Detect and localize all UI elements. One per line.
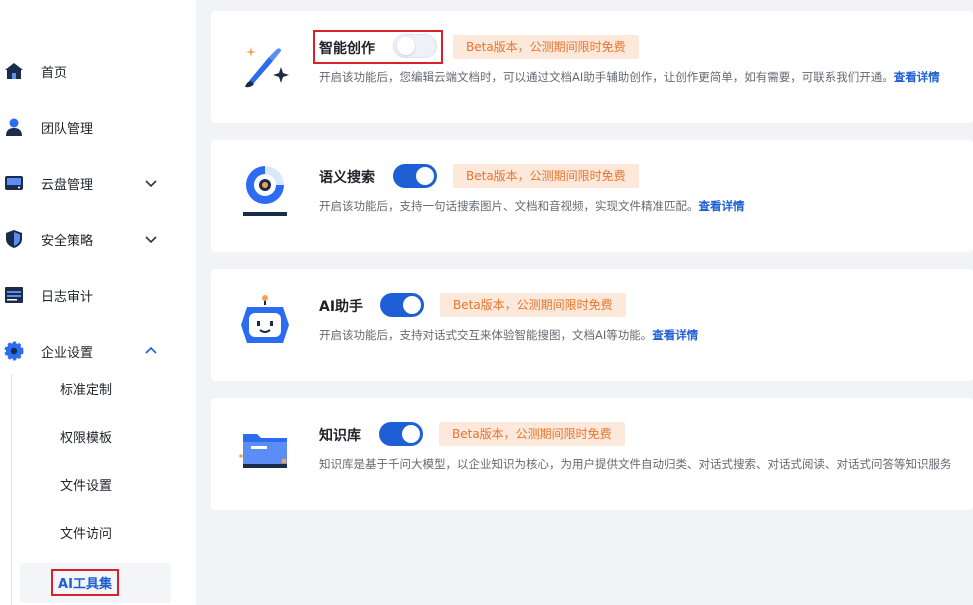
view-details-link[interactable]: 查看详情 [699, 199, 745, 213]
feature-description-text: 知识库是基于千问大模型，以企业知识为核心，为用户提供文件自动归类、对话式搜索、对… [319, 457, 952, 471]
submenu-item-file-settings[interactable]: 文件设置 [60, 477, 112, 497]
gear-icon [4, 341, 24, 361]
home-icon [5, 63, 23, 79]
feature-card-knowledge-base: 知识库 Beta版本，公测期间限时免费 知识库是基于千问大模型，以企业知识为核心… [211, 398, 973, 510]
user-icon [6, 118, 22, 136]
sidebar-item-label: 日志审计 [41, 289, 94, 305]
sidebar-item-log-audit[interactable]: 日志审计 [0, 275, 196, 315]
feature-description-text: 开启该功能后，支持对话式交互来体验智能搜图，文档AI等功能。 [319, 328, 653, 342]
beta-badge: Beta版本，公测期间限时免费 [439, 422, 625, 446]
semantic-search-icon [243, 166, 287, 216]
sidebar-item-label: 安全策略 [41, 233, 94, 249]
toggle-knob [403, 296, 421, 314]
sidebar-item-label: 企业设置 [41, 345, 94, 361]
sidebar: 首页 团队管理 云盘管理 安全策略 日志审计 企业设置 标准定制 权限模板 文件… [0, 0, 196, 605]
sidebar-item-label: 云盘管理 [41, 177, 94, 193]
cloud-disk-icon [5, 176, 23, 190]
submenu-item-permission-template[interactable]: 权限模板 [60, 429, 112, 449]
feature-description: 知识库是基于千问大模型，以企业知识为核心，为用户提供文件自动归类、对话式搜索、对… [319, 456, 952, 472]
sidebar-item-home[interactable]: 首页 [0, 51, 196, 91]
robot-icon [241, 295, 289, 343]
sidebar-item-label: 首页 [41, 65, 68, 81]
feature-description-text: 开启该功能后，支持一句话搜索图片、文档和音视频，实现文件精准匹配。 [319, 199, 699, 213]
sidebar-item-label: 团队管理 [41, 121, 94, 137]
log-icon [5, 287, 23, 303]
submenu-item-file-access[interactable]: 文件访问 [60, 525, 112, 545]
sidebar-item-security[interactable]: 安全策略 [0, 219, 196, 259]
feature-card-semantic-search: 语义搜索 Beta版本，公测期间限时免费 开启该功能后，支持一句话搜索图片、文档… [211, 140, 973, 252]
chevron-down-icon[interactable] [144, 176, 158, 190]
feature-description: 开启该功能后，您编辑云端文档时，可以通过文档AI助手辅助创作，让创作更简单，如有… [319, 69, 940, 85]
feature-card-smart-creation: 智能创作 Beta版本，公测期间限时免费 开启该功能后，您编辑云端文档时，可以通… [211, 11, 973, 123]
submenu-item-ai-toolkit[interactable]: AI工具集 [51, 569, 119, 596]
shield-icon [6, 230, 22, 248]
beta-badge: Beta版本，公测期间限时免费 [453, 164, 639, 188]
beta-badge: Beta版本，公测期间限时免费 [440, 293, 626, 317]
submenu-item-standard-customization[interactable]: 标准定制 [60, 381, 112, 401]
sidebar-item-cloud-disk[interactable]: 云盘管理 [0, 163, 196, 203]
feature-description-text: 开启该功能后，您编辑云端文档时，可以通过文档AI助手辅助创作，让创作更简单，如有… [319, 70, 894, 84]
submenu-divider [11, 374, 12, 605]
beta-badge: Beta版本，公测期间限时免费 [453, 35, 639, 59]
sidebar-item-team[interactable]: 团队管理 [0, 107, 196, 147]
feature-title: 语义搜索 [319, 170, 375, 186]
view-details-link[interactable]: 查看详情 [894, 70, 940, 84]
toggle-knob [416, 167, 434, 185]
feature-title: AI助手 [319, 299, 364, 315]
feature-description: 开启该功能后，支持一句话搜索图片、文档和音视频，实现文件精准匹配。查看详情 [319, 198, 745, 214]
feature-description: 开启该功能后，支持对话式交互来体验智能搜图，文档AI等功能。查看详情 [319, 327, 698, 343]
feature-toggle-ai-assistant[interactable] [380, 293, 424, 317]
knowledge-folder-icon [239, 434, 287, 468]
sidebar-item-enterprise-settings[interactable]: 企业设置 [0, 331, 196, 371]
feature-card-ai-assistant: AI助手 Beta版本，公测期间限时免费 开启该功能后，支持对话式交互来体验智能… [211, 269, 973, 381]
feature-title: 知识库 [319, 428, 361, 444]
chevron-down-icon[interactable] [144, 232, 158, 246]
feature-toggle-knowledge-base[interactable] [379, 422, 423, 446]
chevron-up-icon[interactable] [144, 344, 158, 358]
highlight-box [313, 30, 443, 64]
toggle-knob [402, 425, 420, 443]
view-details-link[interactable]: 查看详情 [652, 328, 698, 342]
paintbrush-sparkle-icon [245, 47, 289, 88]
feature-toggle-semantic-search[interactable] [393, 164, 437, 188]
